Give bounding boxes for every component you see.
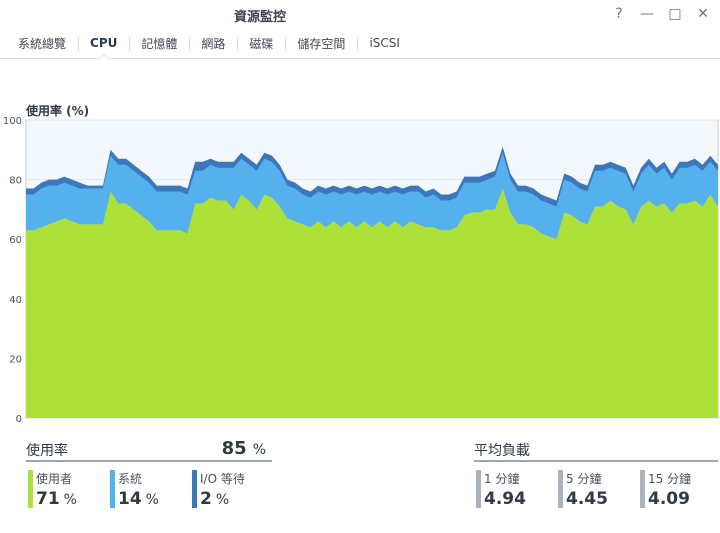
usage-stat-io-wait: I/O 等待 2% [192, 470, 245, 510]
y-tick-label: 80 [9, 176, 22, 187]
stat-label: 5 分鐘 [566, 472, 602, 486]
tab-label: 記憶體 [141, 36, 178, 51]
usage-total: 85% [222, 438, 266, 459]
load-swatch [476, 470, 481, 508]
stat-value: 14% [118, 489, 159, 509]
stat-label: 使用者 [36, 472, 73, 486]
stat-value: 71% [36, 489, 77, 509]
tab-label: 系統總覽 [18, 36, 67, 51]
stat-label: 1 分鐘 [484, 472, 520, 486]
load-stat-1min: 1 分鐘 4.94 [476, 470, 526, 510]
stat-number: 2 [200, 489, 212, 509]
stat-unit: % [145, 492, 159, 508]
stat-number: 14 [118, 489, 142, 509]
minimize-icon[interactable]: — [636, 4, 658, 24]
maximize-icon[interactable]: □ [664, 4, 686, 24]
title-bar: 資源監控 ? — □ ✕ [0, 0, 720, 28]
y-tick-label: 60 [9, 235, 22, 246]
usage-stat-system: 系統 14% [110, 470, 159, 510]
stat-unit: % [215, 492, 230, 508]
tab-label: CPU [90, 36, 118, 50]
load-stat-15min: 15 分鐘 4.09 [640, 470, 691, 510]
y-tick-label: 100 [3, 116, 22, 127]
tab-disk[interactable]: 磁碟 [237, 28, 285, 59]
load-panel-header: 平均負載 [474, 438, 718, 462]
cpu-usage-chart: 0 20 40 60 80 100 [3, 116, 719, 424]
tab-label: 網路 [201, 36, 226, 51]
y-tick-label: 0 [16, 414, 22, 424]
tab-label: iSCSI [369, 36, 400, 50]
stat-value: 4.09 [648, 489, 690, 509]
window-title: 資源監控 [233, 10, 286, 25]
usage-total-unit: % [252, 442, 266, 458]
usage-stat-user: 使用者 71% [28, 470, 77, 510]
usage-total-value: 85 [221, 438, 247, 459]
tab-memory[interactable]: 記憶體 [129, 28, 189, 59]
stat-unit: % [63, 492, 77, 508]
y-tick-label: 40 [9, 295, 22, 306]
stat-label: 15 分鐘 [648, 472, 692, 486]
tab-storage[interactable]: 儲存空間 [285, 28, 357, 59]
tab-overview[interactable]: 系統總覽 [6, 28, 78, 59]
tab-label: 儲存空間 [297, 36, 346, 51]
stat-label: I/O 等待 [200, 472, 245, 486]
usage-title: 使用率 [26, 443, 68, 459]
stat-value: 4.45 [566, 489, 608, 509]
tab-label: 磁碟 [249, 36, 274, 51]
tab-bar: 系統總覽 CPU 記憶體 網路 磁碟 儲存空間 iSCSI [0, 28, 720, 60]
stat-number: 71 [36, 489, 60, 509]
tab-network[interactable]: 網路 [189, 28, 237, 59]
usage-panel-header: 使用率 85% [26, 438, 272, 462]
tab-cpu[interactable]: CPU [78, 28, 129, 60]
load-stat-5min: 5 分鐘 4.45 [558, 470, 608, 510]
close-icon[interactable]: ✕ [692, 4, 714, 24]
stat-label: 系統 [118, 472, 143, 486]
load-swatch [558, 470, 563, 508]
load-swatch [640, 470, 645, 508]
legend-swatch-user [28, 470, 33, 508]
stat-value: 2% [200, 489, 245, 509]
load-title: 平均負載 [474, 443, 530, 459]
help-icon[interactable]: ? [608, 4, 630, 24]
y-tick-label: 20 [9, 354, 22, 365]
tab-iscsi[interactable]: iSCSI [357, 28, 412, 59]
stat-value: 4.94 [484, 489, 526, 509]
legend-swatch-io-wait [192, 470, 197, 508]
legend-swatch-system [110, 470, 115, 508]
